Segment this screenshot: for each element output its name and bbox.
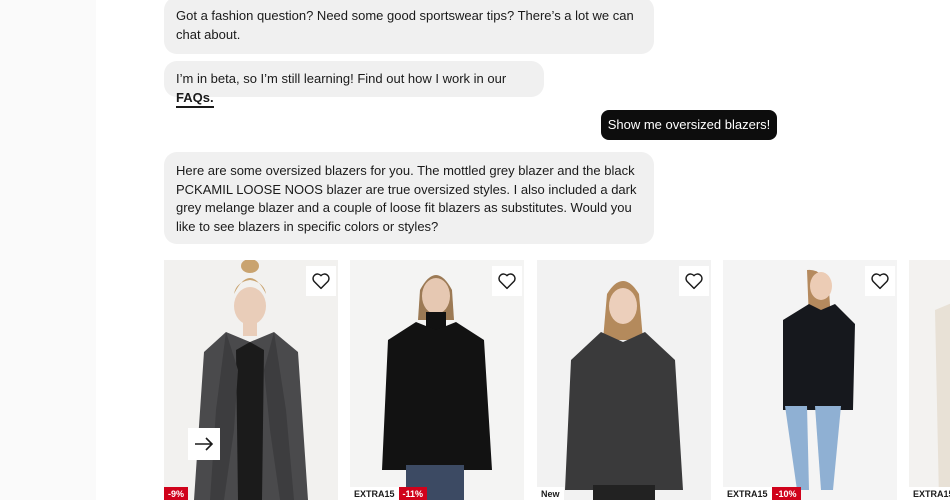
badge-group: EXTRA15 -10%	[723, 487, 801, 500]
badge-group: New	[537, 487, 564, 500]
discount-badge: -10%	[771, 487, 801, 500]
favorite-button[interactable]	[306, 266, 336, 296]
product-image	[935, 303, 950, 500]
product-image	[194, 260, 308, 500]
product-card[interactable]: EXTRA15 -10%	[723, 260, 897, 500]
favorite-button[interactable]	[492, 266, 522, 296]
left-gutter	[0, 0, 96, 500]
discount-badge: -9%	[164, 487, 189, 500]
badge-group: EXTRA15 -11%	[350, 487, 428, 500]
heart-icon	[498, 273, 516, 290]
promo-badge: EXTRA15	[723, 487, 772, 500]
product-image	[565, 281, 683, 500]
product-card[interactable]: New	[537, 260, 711, 500]
product-card[interactable]: EXTRA15	[909, 260, 950, 500]
message-text: Show me oversized blazers!	[607, 117, 771, 132]
heart-icon	[685, 273, 703, 290]
heart-icon	[312, 273, 330, 290]
badge-group: -9%	[164, 487, 189, 500]
product-card[interactable]: -9%	[164, 260, 338, 500]
arrow-right-icon	[195, 437, 214, 451]
user-message: Show me oversized blazers!	[601, 110, 777, 140]
product-image	[382, 275, 492, 500]
assistant-message: Here are some oversized blazers for you.…	[164, 152, 654, 244]
assistant-message: Got a fashion question? Need some good s…	[164, 0, 654, 54]
message-text: Got a fashion question? Need some good s…	[176, 8, 634, 42]
assistant-message: I’m in beta, so I’m still learning! Find…	[164, 61, 544, 108]
favorite-button[interactable]	[865, 266, 895, 296]
heart-icon	[871, 273, 889, 290]
faqs-link[interactable]: FAQs.	[176, 89, 214, 108]
discount-badge: -11%	[398, 487, 428, 500]
product-image	[783, 269, 855, 490]
promo-badge: EXTRA15	[350, 487, 399, 500]
new-badge: New	[537, 487, 564, 500]
next-button[interactable]	[188, 428, 220, 460]
message-text: Here are some oversized blazers for you.…	[176, 163, 637, 234]
promo-badge: EXTRA15	[909, 487, 950, 500]
favorite-button[interactable]	[679, 266, 709, 296]
message-text: I’m in beta, so I’m still learning! Find…	[176, 71, 507, 86]
product-card[interactable]: EXTRA15 -11%	[350, 260, 524, 500]
badge-group: EXTRA15	[909, 487, 950, 500]
